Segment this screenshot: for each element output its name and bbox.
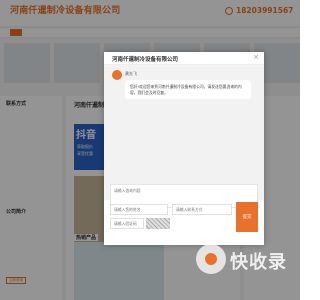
- phone-input[interactable]: [172, 204, 232, 215]
- chat-area: 黄先飞 您好!欢迎您来到河南仟暹制冷设备有限公司，请发送您要咨询的内容，我们会及…: [104, 65, 264, 208]
- watermark-logo-icon: [196, 244, 226, 274]
- close-icon[interactable]: ×: [253, 53, 259, 61]
- modal-title: 河南仟暹制冷设备有限公司: [112, 57, 179, 63]
- page: 河南仟暹制冷设备有限公司 18203991567 联系方式 公司简介 立即咨询 …: [0, 0, 300, 300]
- captcha-image[interactable]: [146, 218, 170, 229]
- modal-header: 河南仟暹制冷设备有限公司 ×: [104, 52, 264, 65]
- agent-avatar: [112, 70, 122, 80]
- name-input[interactable]: [110, 204, 168, 215]
- watermark: 快收录: [196, 242, 296, 278]
- captcha-input[interactable]: [110, 218, 144, 229]
- agent-name: 黄先飞: [125, 71, 137, 76]
- chat-modal: 河南仟暹制冷设备有限公司 × 黄先飞 您好!欢迎您来到河南仟暹制冷设备有限公司，…: [104, 52, 264, 245]
- agent-message: 您好!欢迎您来到河南仟暹制冷设备有限公司，请发送您要咨询的内容，我们会及时回复。: [125, 80, 251, 100]
- watermark-text: 快收录: [230, 252, 287, 273]
- submit-button[interactable]: 提交: [236, 202, 258, 232]
- contact-form: 提交: [104, 199, 264, 245]
